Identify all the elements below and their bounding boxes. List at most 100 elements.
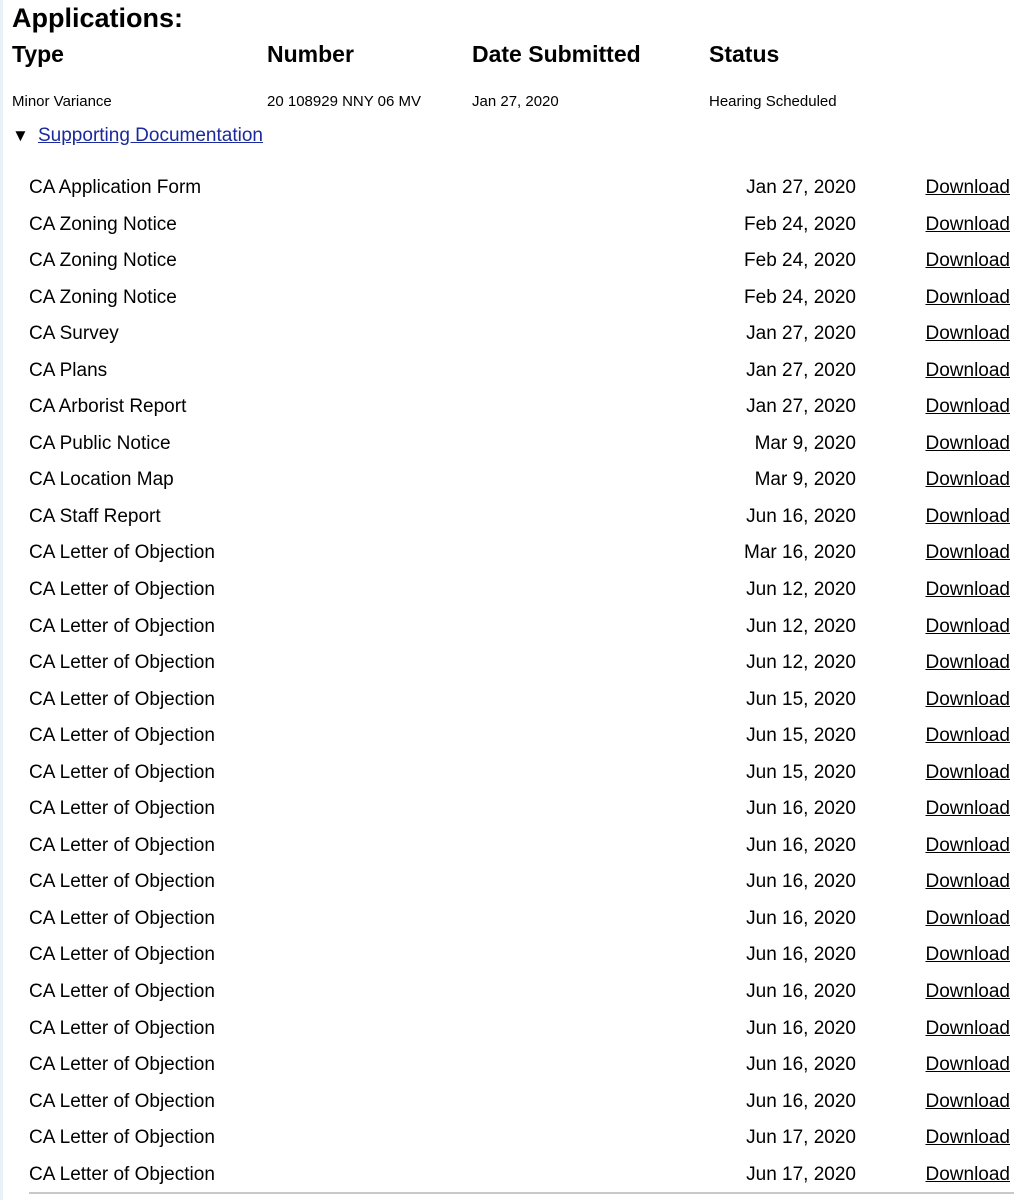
download-link[interactable]: Download	[926, 499, 1011, 535]
document-row: CA Letter of Objection Jun 16, 2020 Downlo…	[27, 1084, 1017, 1121]
document-date: Jun 16, 2020	[746, 871, 856, 893]
download-link[interactable]: Download	[926, 572, 1011, 608]
document-name: CA Letter of Objection	[29, 725, 215, 747]
download-link[interactable]: Download	[926, 901, 1011, 937]
documents-list: CA Application Form Jan 27, 2020 Download C…	[27, 170, 1017, 1193]
document-row: CA Location Map Mar 9, 2020 Download	[27, 462, 1017, 499]
document-name: CA Location Map	[29, 469, 174, 491]
document-date: Jan 27, 2020	[746, 359, 856, 381]
document-name: CA Letter of Objection	[29, 652, 215, 674]
document-name: CA Letter of Objection	[29, 981, 215, 1003]
document-name: CA Letter of Objection	[29, 761, 215, 783]
download-link[interactable]: Download	[926, 864, 1011, 900]
document-date: Jun 16, 2020	[746, 1017, 856, 1039]
application-status: Hearing Scheduled	[709, 93, 837, 110]
document-name: CA Zoning Notice	[29, 286, 177, 308]
document-row: CA Application Form Jan 27, 2020 Download	[27, 170, 1017, 207]
download-link[interactable]: Download	[926, 1084, 1011, 1120]
document-date: Jun 15, 2020	[746, 688, 856, 710]
document-row: CA Letter of Objection Jun 16, 2020 Downlo…	[27, 791, 1017, 828]
document-date: Feb 24, 2020	[744, 250, 856, 272]
supporting-documentation-toggle[interactable]: ▼ Supporting Documentation	[12, 124, 263, 148]
page-title: Applications:	[12, 3, 184, 33]
download-link[interactable]: Download	[926, 243, 1011, 279]
disclosure-triangle-icon: ▼	[12, 126, 29, 145]
document-row: CA Arborist Report Jan 27, 2020 Download	[27, 389, 1017, 426]
document-date: Jun 16, 2020	[746, 944, 856, 966]
document-row: CA Plans Jan 27, 2020 Download	[27, 353, 1017, 390]
application-type: Minor Variance	[12, 93, 112, 110]
document-name: CA Public Notice	[29, 432, 171, 454]
document-date: Mar 9, 2020	[754, 432, 856, 454]
download-link[interactable]: Download	[926, 718, 1011, 754]
document-row: CA Zoning Notice Feb 24, 2020 Download	[27, 280, 1017, 317]
download-link[interactable]: Download	[926, 609, 1011, 645]
download-link[interactable]: Download	[926, 1157, 1011, 1193]
document-name: CA Application Form	[29, 177, 202, 198]
document-date: Jan 27, 2020	[746, 323, 856, 345]
document-date: Jun 17, 2020	[746, 1127, 856, 1149]
document-date: Jun 17, 2020	[746, 1163, 856, 1185]
download-link[interactable]: Download	[926, 280, 1011, 316]
document-date: Jun 12, 2020	[746, 615, 856, 637]
download-link[interactable]: Download	[926, 828, 1011, 864]
document-row: CA Letter of Objection Mar 16, 2020 Downlo…	[27, 535, 1017, 572]
document-row: CA Letter of Objection Jun 12, 2020 Downlo…	[27, 645, 1017, 682]
document-name: CA Letter of Objection	[29, 615, 215, 637]
document-date: Mar 16, 2020	[744, 542, 856, 564]
download-link[interactable]: Download	[926, 1120, 1011, 1156]
download-link[interactable]: Download	[926, 974, 1011, 1010]
application-number: 20 108929 NNY 06 MV	[267, 93, 421, 110]
document-date: Jun 16, 2020	[746, 1090, 856, 1112]
document-row: CA Letter of Objection Jun 12, 2020 Downlo…	[27, 572, 1017, 609]
document-row: CA Letter of Objection Jun 12, 2020 Downlo…	[27, 609, 1017, 646]
download-link[interactable]: Download	[926, 755, 1011, 791]
download-link[interactable]: Download	[926, 170, 1011, 206]
bottom-divider	[29, 1192, 1014, 1194]
document-name: CA Zoning Notice	[29, 213, 177, 235]
download-link[interactable]: Download	[926, 1047, 1011, 1083]
document-row: CA Staff Report Jun 16, 2020 Download	[27, 499, 1017, 536]
header-status: Status	[709, 41, 780, 67]
supporting-documentation-link[interactable]: Supporting Documentation	[38, 125, 263, 146]
download-link[interactable]: Download	[926, 462, 1011, 498]
document-row: CA Letter of Objection Jun 16, 2020 Downlo…	[27, 974, 1017, 1011]
application-date-submitted: Jan 27, 2020	[472, 93, 559, 110]
document-date: Feb 24, 2020	[744, 286, 856, 308]
document-date: Jun 16, 2020	[746, 798, 856, 820]
document-row: CA Letter of Objection Jun 16, 2020 Downlo…	[27, 937, 1017, 974]
document-date: Jun 16, 2020	[746, 1054, 856, 1076]
download-link[interactable]: Download	[926, 353, 1011, 389]
download-link[interactable]: Download	[926, 389, 1011, 425]
document-name: CA Staff Report	[29, 505, 161, 527]
download-link[interactable]: Download	[926, 1011, 1011, 1047]
document-date: Jun 16, 2020	[746, 981, 856, 1003]
document-date: Feb 24, 2020	[744, 213, 856, 235]
document-name: CA Letter of Objection	[29, 834, 215, 856]
document-row: CA Letter of Objection Jun 15, 2020 Downlo…	[27, 718, 1017, 755]
download-link[interactable]: Download	[926, 535, 1011, 571]
download-link[interactable]: Download	[926, 791, 1011, 827]
document-name: CA Survey	[29, 323, 119, 345]
document-name: CA Letter of Objection	[29, 688, 215, 710]
document-name: CA Letter of Objection	[29, 579, 215, 601]
document-name: CA Zoning Notice	[29, 250, 177, 272]
download-link[interactable]: Download	[926, 207, 1011, 243]
document-row: CA Letter of Objection Jun 15, 2020 Downlo…	[27, 755, 1017, 792]
document-name: CA Letter of Objection	[29, 1090, 215, 1112]
document-row: CA Letter of Objection Jun 17, 2020 Downlo…	[27, 1120, 1017, 1157]
download-link[interactable]: Download	[926, 316, 1011, 352]
download-link[interactable]: Download	[926, 426, 1011, 462]
document-row: CA Zoning Notice Feb 24, 2020 Download	[27, 243, 1017, 280]
document-date: Jun 12, 2020	[746, 579, 856, 601]
download-link[interactable]: Download	[926, 682, 1011, 718]
document-date: Jan 27, 2020	[746, 177, 856, 198]
document-date: Jan 27, 2020	[746, 396, 856, 418]
download-link[interactable]: Download	[926, 645, 1011, 681]
download-link[interactable]: Download	[926, 937, 1011, 973]
document-row: CA Letter of Objection Jun 16, 2020 Downlo…	[27, 1047, 1017, 1084]
document-name: CA Arborist Report	[29, 396, 187, 418]
document-name: CA Letter of Objection	[29, 907, 215, 929]
document-name: CA Letter of Objection	[29, 542, 215, 564]
header-date-submitted: Date Submitted	[472, 41, 641, 67]
